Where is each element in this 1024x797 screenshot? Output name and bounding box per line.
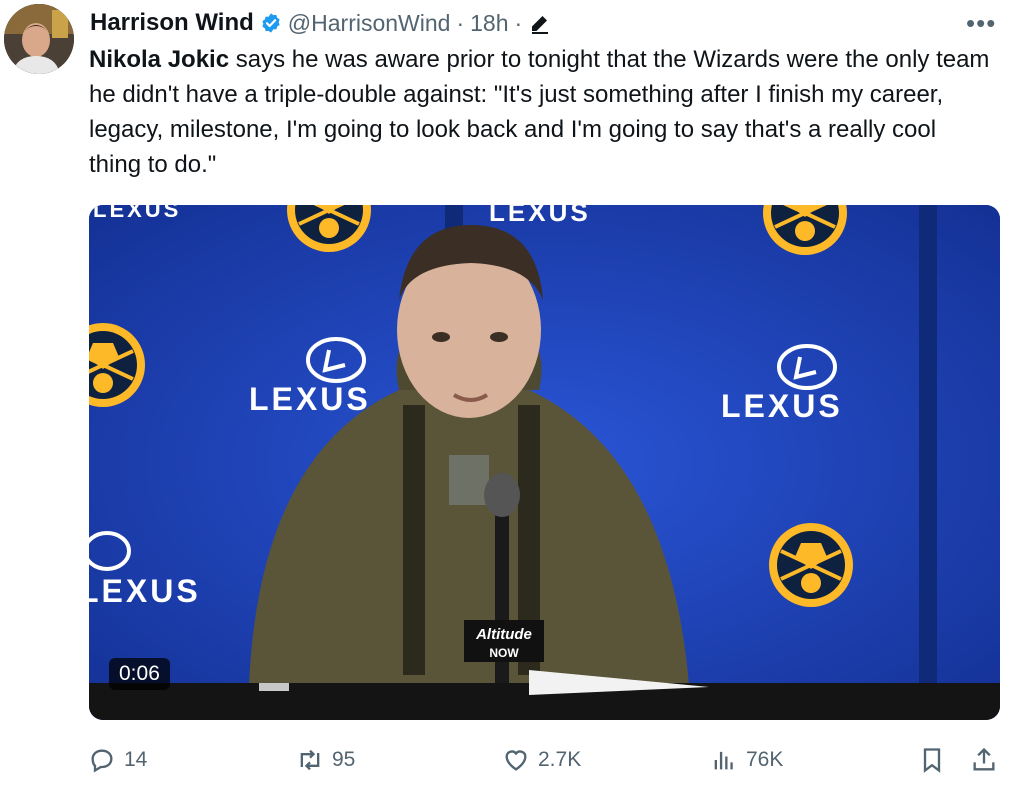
like-button[interactable]: 2.7K — [502, 740, 581, 780]
like-count: 2.7K — [538, 748, 582, 771]
tweet-text: Nikola Jokic says he was aware prior to … — [89, 42, 994, 182]
edited-pencil-icon[interactable] — [528, 11, 552, 35]
mention-link[interactable]: Nikola Jokic — [89, 46, 229, 73]
author-handle[interactable]: @HarrisonWind — [288, 10, 451, 37]
sponsor-text-2: LEXUS — [721, 388, 843, 424]
tweet: Harrison Wind @HarrisonWind · 18h · ••• … — [0, 0, 1024, 797]
tweet-header: Harrison Wind @HarrisonWind · 18h · — [90, 6, 552, 40]
share-icon — [973, 747, 995, 771]
more-options-button[interactable]: ••• — [966, 8, 996, 39]
separator-dot-2: · — [514, 9, 523, 36]
mic-flag-bottom: NOW — [489, 646, 519, 660]
mic-flag-top: Altitude — [475, 626, 532, 643]
sponsor-text-1: LEXUS — [249, 381, 371, 417]
view-count: 76K — [746, 748, 784, 771]
bookmark-button[interactable] — [918, 740, 946, 780]
repost-button[interactable]: 95 — [296, 740, 355, 780]
reply-button[interactable]: 14 — [88, 740, 147, 780]
bookmark-icon — [923, 748, 941, 773]
avatar-image — [4, 4, 74, 74]
reply-count: 14 — [124, 748, 148, 771]
sponsor-text-5: LEXUS — [93, 205, 181, 222]
video-player[interactable]: LEXUS LEXUS LEXUS LEXUS LEXUS Altitude N… — [89, 205, 1000, 720]
share-button[interactable] — [970, 740, 998, 780]
sponsor-text-4: LEXUS — [489, 205, 591, 227]
repost-count: 95 — [332, 748, 356, 771]
verified-badge-icon[interactable] — [260, 12, 282, 34]
sponsor-text-3: LEXUS — [89, 573, 201, 609]
reply-icon — [91, 749, 113, 773]
avatar[interactable] — [4, 4, 74, 74]
separator-dot: · — [456, 9, 465, 36]
heart-icon — [505, 750, 527, 771]
video-duration: 0:06 — [109, 658, 170, 690]
action-bar: 14 95 2.7K 76K — [88, 740, 1000, 780]
author-name[interactable]: Harrison Wind — [90, 9, 254, 37]
nuggets-logo-4 — [767, 521, 855, 609]
views-chart-icon — [714, 751, 733, 770]
views-button[interactable]: 76K — [710, 740, 783, 780]
repost-icon — [300, 749, 320, 771]
timestamp[interactable]: 18h — [470, 10, 508, 37]
video-frame: LEXUS LEXUS LEXUS LEXUS LEXUS Altitude N… — [89, 205, 1000, 720]
